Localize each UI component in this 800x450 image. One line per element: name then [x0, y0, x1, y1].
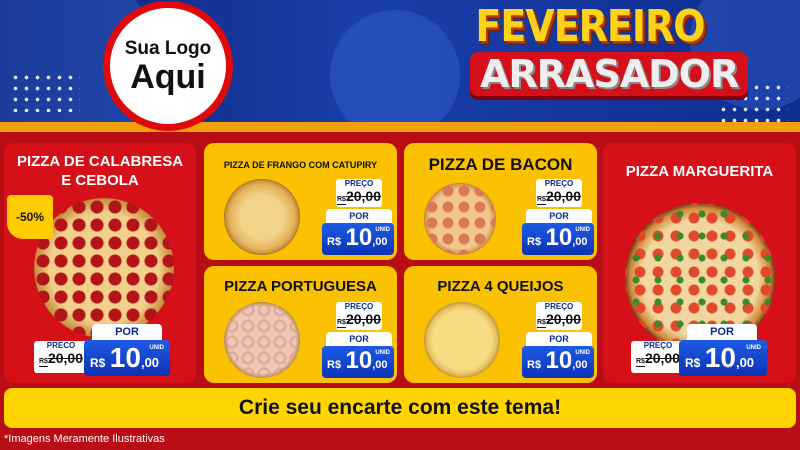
pizza-portuguesa-image — [224, 302, 300, 378]
old-price: 20,00 — [545, 188, 581, 204]
new-price: R$ 10,00 UNID — [522, 223, 594, 255]
new-price: R$ 10,00 UNID — [84, 340, 170, 376]
header-stripe — [0, 122, 800, 132]
product-card-frango: PIZZA DE FRANGO COM CATUPIRY PREÇO R$20,… — [204, 143, 397, 260]
product-card-bacon: PIZZA DE BACON PREÇO R$20,00 POR R$ 10,0… — [404, 143, 597, 260]
new-price: R$ 10,00 UNID — [522, 346, 594, 378]
old-price-box: PREÇO R$20,00 — [631, 341, 685, 373]
product-name: PIZZA PORTUGUESA — [224, 278, 377, 295]
disclaimer: *Imagens Meramente Ilustrativas — [4, 433, 165, 445]
pizza-4-queijos-image — [424, 302, 500, 378]
campaign-title: FEVEREIRO ARRASADOR — [470, 0, 749, 96]
por-label: POR — [526, 209, 592, 223]
old-price: 20,00 — [47, 350, 83, 366]
old-price-box: PREÇO R$20,00 — [536, 179, 582, 207]
new-price: R$ 10,00 UNID — [322, 346, 394, 378]
por-label: POR — [526, 332, 592, 346]
old-price-box: PREÇO R$20,00 — [336, 302, 382, 330]
por-label: POR — [326, 209, 392, 223]
product-card-portuguesa: PIZZA PORTUGUESA PREÇO R$20,00 POR R$ 10… — [204, 266, 397, 383]
product-name: PIZZA DE FRANGO COM CATUPIRY — [223, 160, 378, 170]
por-label: POR — [326, 332, 392, 346]
pizza-calabresa-image — [34, 198, 174, 338]
new-price: R$ 10,00 UNID — [322, 223, 394, 255]
old-price-box: PRECO R$20,00 — [34, 341, 88, 373]
logo-line2: Aqui — [130, 58, 206, 96]
por-label: POR — [92, 324, 162, 341]
por-label: POR — [687, 324, 757, 341]
product-card-4-queijos: PIZZA 4 QUEIJOS PREÇO R$20,00 POR R$ 10,… — [404, 266, 597, 383]
pizza-bacon-image — [424, 183, 496, 255]
new-price: R$ 10,00 UNID — [679, 340, 767, 376]
old-price-box: PREÇO R$20,00 — [336, 179, 382, 207]
product-name: PIZZA DE BACON — [428, 155, 573, 174]
product-name: PIZZA 4 QUEIJOS — [437, 278, 564, 295]
title-line1: FEVEREIRO — [475, 0, 705, 52]
discount-badge: -50% — [7, 195, 53, 239]
product-card-marguerita: PIZZA MARGUERITA PREÇO R$20,00 POR R$ 10… — [603, 143, 796, 383]
dots-decoration — [10, 72, 80, 112]
logo-line1: Sua Logo — [124, 38, 212, 59]
product-name: PIZZA MARGUERITA — [625, 163, 774, 180]
title-line2: ARRASADOR — [480, 52, 739, 96]
old-price: 20,00 — [345, 311, 381, 327]
pizza-frango-image — [224, 179, 300, 255]
logo-placeholder: Sua Logo Aqui — [103, 1, 233, 131]
product-card-calabresa: PIZZA DE CALABRESA E CEBOLA PRECO R$20,0… — [4, 143, 196, 383]
old-price-box: PREÇO R$20,00 — [536, 302, 582, 330]
old-price: 20,00 — [644, 350, 680, 366]
old-price: 20,00 — [545, 311, 581, 327]
product-name: PIZZA DE CALABRESA E CEBOLA — [16, 153, 184, 189]
old-price: 20,00 — [345, 188, 381, 204]
footer-banner: Crie seu encarte com este tema! — [4, 388, 796, 428]
